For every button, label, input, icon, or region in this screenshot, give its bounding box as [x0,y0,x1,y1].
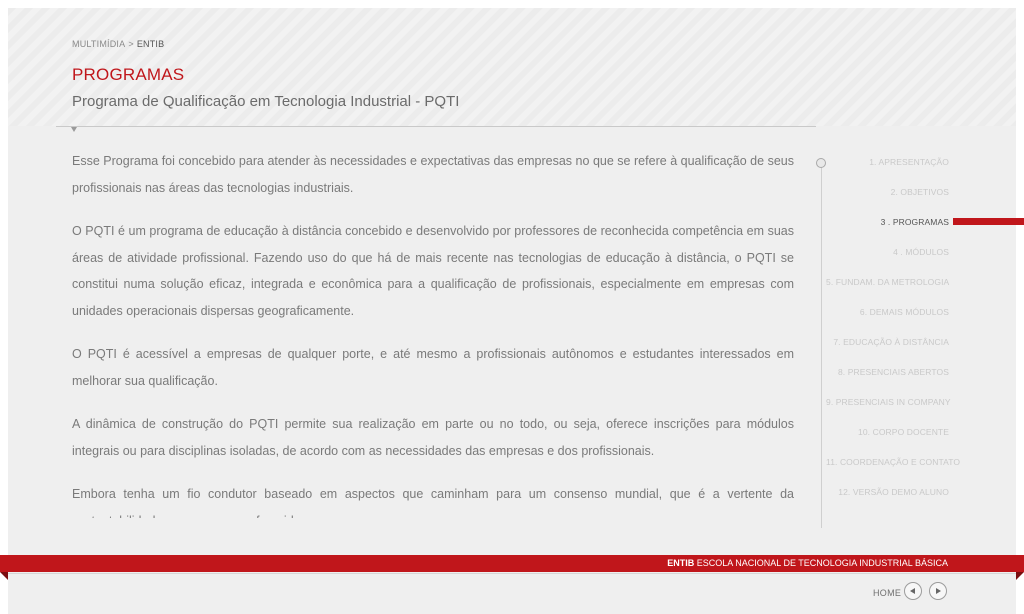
sidebar-item-programas[interactable]: 3 . PROGRAMAS [826,214,949,244]
sidebar-item-coordenacao-contato[interactable]: 11. COORDENAÇÃO E CONTATO [826,454,960,484]
section-title: PROGRAMAS [72,65,185,84]
sidebar-item-presenciais-abertos[interactable]: 8. PRESENCIAIS ABERTOS [826,364,949,394]
breadcrumb-separator: > [128,39,134,49]
paragraph: Embora tenha um fio condutor baseado em … [72,487,794,518]
sidebar-item-corpo-docente[interactable]: 10. CORPO DOCENTE [826,424,949,454]
sidebar-item-educacao-distancia[interactable]: 7. EDUCAÇÃO À DISTÂNCIA [826,334,949,364]
breadcrumb: MULTIMÍDIA > ENTIB [72,39,164,49]
sidebar-item-demais-modulos[interactable]: 6. DEMAIS MÓDULOS [826,304,949,334]
sidebar-item-modulos[interactable]: 4 . MÓDULOS [826,244,949,274]
title-divider [56,126,816,127]
sidebar-nav: 1. APRESENTAÇÃO 2. OBJETIVOS 3 . PROGRAM… [826,154,960,514]
footer-org-text: ENTIB ESCOLA NACIONAL DE TECNOLOGIA INDU… [667,558,948,568]
footer-org-name: ESCOLA NACIONAL DE TECNOLOGIA INDUSTRIAL… [696,558,948,568]
breadcrumb-current: ENTIB [136,39,165,49]
ribbon-fold-left [0,572,8,580]
page-title: Programa de Qualificação em Tecnologia I… [72,93,460,110]
next-button[interactable] [929,582,947,600]
prev-button[interactable] [904,582,922,600]
ribbon-fold-right [1016,572,1024,580]
arrow-left-icon [910,588,915,594]
footer-org-abbr: ENTIB [667,558,695,568]
footer-bar: ENTIB ESCOLA NACIONAL DE TECNOLOGIA INDU… [0,555,1024,580]
sidebar-item-apresentacao[interactable]: 1. APRESENTAÇÃO [826,154,949,184]
triangle-down-icon [71,127,77,132]
paragraph: A dinâmica de construção do PQTI permite… [72,417,794,458]
footer-divider [8,573,1016,574]
sidebar-item-versao-demo[interactable]: 12. VERSÃO DEMO ALUNO [826,484,949,514]
paragraph: Esse Programa foi concebido para atender… [72,154,794,195]
scroll-knob-icon[interactable] [816,158,826,168]
content-text: Esse Programa foi concebido para atender… [72,148,794,518]
breadcrumb-parent[interactable]: MULTIMÍDIA [72,39,125,49]
sidebar-item-presenciais-in-company[interactable]: 9. PRESENCIAIS IN COMPANY [826,394,951,424]
home-link[interactable]: HOME [873,588,901,598]
sidebar-item-objetivos[interactable]: 2. OBJETIVOS [826,184,949,214]
scrollbar-track[interactable] [821,166,822,528]
sidebar-item-fundam-metrologia[interactable]: 5. FUNDAM. DA METROLOGIA [826,274,949,304]
arrow-right-icon [936,588,941,594]
paragraph: O PQTI é um programa de educação à distâ… [72,224,794,318]
active-item-marker [953,218,1024,225]
paragraph: O PQTI é acessível a empresas de qualque… [72,347,794,388]
